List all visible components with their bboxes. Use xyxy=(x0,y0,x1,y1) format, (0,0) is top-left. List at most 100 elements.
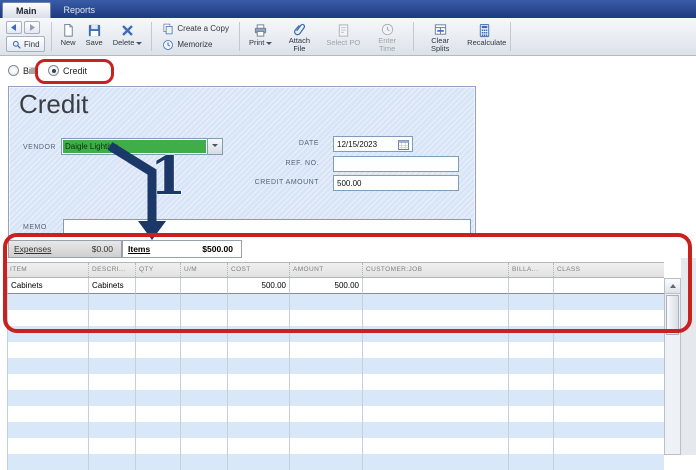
table-cell[interactable] xyxy=(135,390,180,406)
table-cell[interactable] xyxy=(362,374,508,390)
table-cell[interactable] xyxy=(289,390,362,406)
table-cell[interactable] xyxy=(7,454,88,470)
clear-splits-button[interactable]: Clear Splits xyxy=(418,20,462,53)
cell-qty[interactable] xyxy=(135,278,180,294)
table-cell[interactable] xyxy=(553,342,664,358)
table-cell[interactable] xyxy=(553,374,664,390)
table-cell[interactable] xyxy=(508,326,553,342)
table-cell[interactable] xyxy=(553,406,664,422)
table-cell[interactable] xyxy=(135,294,180,310)
scroll-up-button[interactable] xyxy=(665,279,680,294)
credit-radio-circle[interactable] xyxy=(48,65,59,76)
table-cell[interactable] xyxy=(88,438,135,454)
table-cell[interactable] xyxy=(227,390,289,406)
attach-file-button[interactable]: Attach File xyxy=(277,20,321,53)
tab-main[interactable]: Main xyxy=(2,2,51,18)
table-cell[interactable] xyxy=(135,326,180,342)
table-row[interactable] xyxy=(7,374,664,390)
table-cell[interactable] xyxy=(135,310,180,326)
table-row[interactable] xyxy=(7,390,664,406)
table-cell[interactable] xyxy=(227,438,289,454)
table-cell[interactable] xyxy=(88,358,135,374)
table-cell[interactable] xyxy=(180,422,227,438)
table-cell[interactable] xyxy=(7,326,88,342)
table-cell[interactable] xyxy=(227,294,289,310)
vendor-dropdown-button[interactable] xyxy=(207,139,222,154)
table-row[interactable] xyxy=(7,310,664,326)
delete-button[interactable]: Delete xyxy=(108,20,148,53)
table-cell[interactable] xyxy=(227,310,289,326)
table-row[interactable] xyxy=(7,454,664,470)
table-cell[interactable] xyxy=(553,326,664,342)
table-cell[interactable] xyxy=(553,358,664,374)
table-cell[interactable] xyxy=(508,390,553,406)
table-cell[interactable] xyxy=(553,390,664,406)
memo-field[interactable] xyxy=(63,219,471,235)
table-cell[interactable] xyxy=(553,294,664,310)
table-cell[interactable] xyxy=(135,374,180,390)
table-cell[interactable] xyxy=(508,342,553,358)
calendar-icon[interactable] xyxy=(398,139,409,150)
table-cell[interactable] xyxy=(553,454,664,470)
table-cell[interactable] xyxy=(227,454,289,470)
print-button[interactable]: Print xyxy=(244,20,277,53)
cell-amount[interactable]: 500.00 xyxy=(289,278,362,294)
table-cell[interactable] xyxy=(362,342,508,358)
cell-item[interactable]: Cabinets xyxy=(7,278,88,294)
find-button[interactable]: Find xyxy=(6,36,45,52)
table-cell[interactable] xyxy=(88,374,135,390)
table-cell[interactable] xyxy=(180,294,227,310)
tab-reports[interactable]: Reports xyxy=(51,2,109,18)
table-cell[interactable] xyxy=(508,422,553,438)
ref-no-field[interactable] xyxy=(333,156,459,172)
table-cell[interactable] xyxy=(88,454,135,470)
table-cell[interactable] xyxy=(289,358,362,374)
table-cell[interactable] xyxy=(289,422,362,438)
table-cell[interactable] xyxy=(7,310,88,326)
credit-amount-field[interactable]: 500.00 xyxy=(333,175,459,191)
table-cell[interactable] xyxy=(553,422,664,438)
table-cell[interactable] xyxy=(7,342,88,358)
table-cell[interactable] xyxy=(135,342,180,358)
table-cell[interactable] xyxy=(289,438,362,454)
table-cell[interactable] xyxy=(88,342,135,358)
table-cell[interactable] xyxy=(289,374,362,390)
vertical-scrollbar[interactable] xyxy=(664,278,681,455)
memorize-button[interactable]: Memorize xyxy=(162,39,229,51)
table-cell[interactable] xyxy=(508,294,553,310)
table-cell[interactable] xyxy=(508,374,553,390)
table-row[interactable] xyxy=(7,406,664,422)
table-cell[interactable] xyxy=(227,374,289,390)
cell-cost[interactable]: 500.00 xyxy=(227,278,289,294)
select-po-button[interactable]: Select PO xyxy=(321,20,365,53)
table-cell[interactable] xyxy=(7,374,88,390)
table-cell[interactable] xyxy=(135,358,180,374)
table-cell[interactable] xyxy=(88,326,135,342)
table-cell[interactable] xyxy=(508,438,553,454)
table-cell[interactable] xyxy=(180,326,227,342)
save-button[interactable]: Save xyxy=(81,20,108,53)
table-cell[interactable] xyxy=(135,406,180,422)
table-cell[interactable] xyxy=(7,358,88,374)
table-cell[interactable] xyxy=(180,454,227,470)
table-cell[interactable] xyxy=(88,310,135,326)
table-cell[interactable] xyxy=(7,406,88,422)
bill-radio-circle[interactable] xyxy=(8,65,19,76)
table-cell[interactable] xyxy=(553,438,664,454)
table-row[interactable] xyxy=(7,438,664,454)
table-cell[interactable] xyxy=(362,438,508,454)
table-cell[interactable] xyxy=(7,390,88,406)
cell-billable[interactable] xyxy=(508,278,553,294)
table-cell[interactable] xyxy=(180,390,227,406)
table-cell[interactable] xyxy=(289,294,362,310)
table-cell[interactable] xyxy=(227,342,289,358)
table-cell[interactable] xyxy=(289,406,362,422)
table-cell[interactable] xyxy=(508,454,553,470)
create-copy-button[interactable]: Create a Copy xyxy=(162,23,229,35)
table-row[interactable] xyxy=(7,342,664,358)
table-cell[interactable] xyxy=(135,422,180,438)
table-cell[interactable] xyxy=(135,454,180,470)
table-cell[interactable] xyxy=(362,294,508,310)
table-cell[interactable] xyxy=(7,438,88,454)
table-row[interactable] xyxy=(7,326,664,342)
